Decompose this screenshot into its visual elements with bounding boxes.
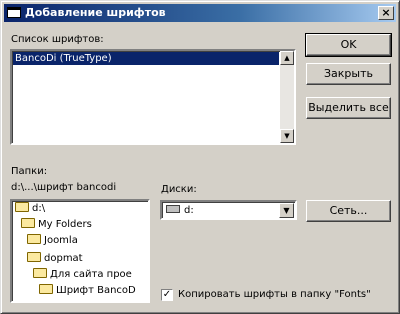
folders-label: Папки: (11, 166, 48, 177)
scroll-up-icon[interactable]: ▲ (280, 51, 294, 65)
tree-item[interactable]: My Folders (21, 217, 92, 233)
folder-open-icon (15, 202, 29, 212)
current-path: d:\...\шрифт bancodi (11, 182, 117, 193)
font-list-item[interactable]: BancoDi (TrueType) (13, 52, 279, 65)
tree-item-label: Шрифт BancoD (56, 285, 136, 296)
drives-selected: d: (184, 205, 194, 216)
tree-item[interactable]: Шрифт BancoD (39, 283, 136, 299)
tree-item[interactable]: d:\ (15, 201, 45, 217)
window-icon (7, 7, 21, 18)
tree-item-label: My Folders (38, 219, 92, 230)
drive-icon (166, 205, 180, 213)
chevron-down-icon[interactable]: ▼ (279, 203, 294, 218)
folder-tree[interactable]: d:\ My Folders Joomla dopmat Для сайта п… (10, 199, 150, 303)
tree-item[interactable]: dopmat (27, 251, 83, 267)
title-bar[interactable]: Добавление шрифтов × (4, 4, 396, 22)
close-icon[interactable]: × (378, 6, 394, 20)
tree-item-label: d:\ (32, 203, 46, 214)
font-list-label: Список шрифтов: (11, 34, 104, 45)
scroll-down-icon[interactable]: ▼ (280, 129, 294, 143)
copy-fonts-label: Копировать шрифты в папку "Fonts" (178, 289, 371, 300)
tree-item-label: Для сайта прое (50, 269, 132, 280)
font-list[interactable]: BancoDi (TrueType) ▲ ▼ (10, 49, 296, 145)
drives-combo[interactable]: d: ▼ (160, 200, 297, 220)
folder-open-icon (27, 252, 41, 262)
window-title: Добавление шрифтов (25, 6, 166, 19)
folder-open-icon (21, 218, 35, 228)
select-all-button[interactable]: Выделить все (306, 97, 391, 119)
tree-item-label: dopmat (44, 253, 83, 264)
folder-open-icon (27, 234, 41, 244)
ok-button[interactable]: OK (305, 33, 392, 57)
copy-fonts-checkbox[interactable]: ✓ (161, 289, 173, 301)
drives-label: Диски: (161, 184, 197, 195)
folder-open-icon (39, 284, 53, 294)
network-button[interactable]: Сеть... (306, 200, 391, 222)
add-fonts-dialog: Добавление шрифтов × Список шрифтов: Ban… (0, 0, 400, 314)
font-list-scrollbar[interactable]: ▲ ▼ (280, 51, 294, 143)
tree-item[interactable]: Joomla (27, 233, 78, 249)
folder-open-icon (33, 268, 47, 278)
tree-item[interactable]: Для сайта прое (33, 267, 132, 283)
close-button[interactable]: Закрыть (306, 63, 391, 85)
tree-item-label: Joomla (44, 235, 78, 246)
